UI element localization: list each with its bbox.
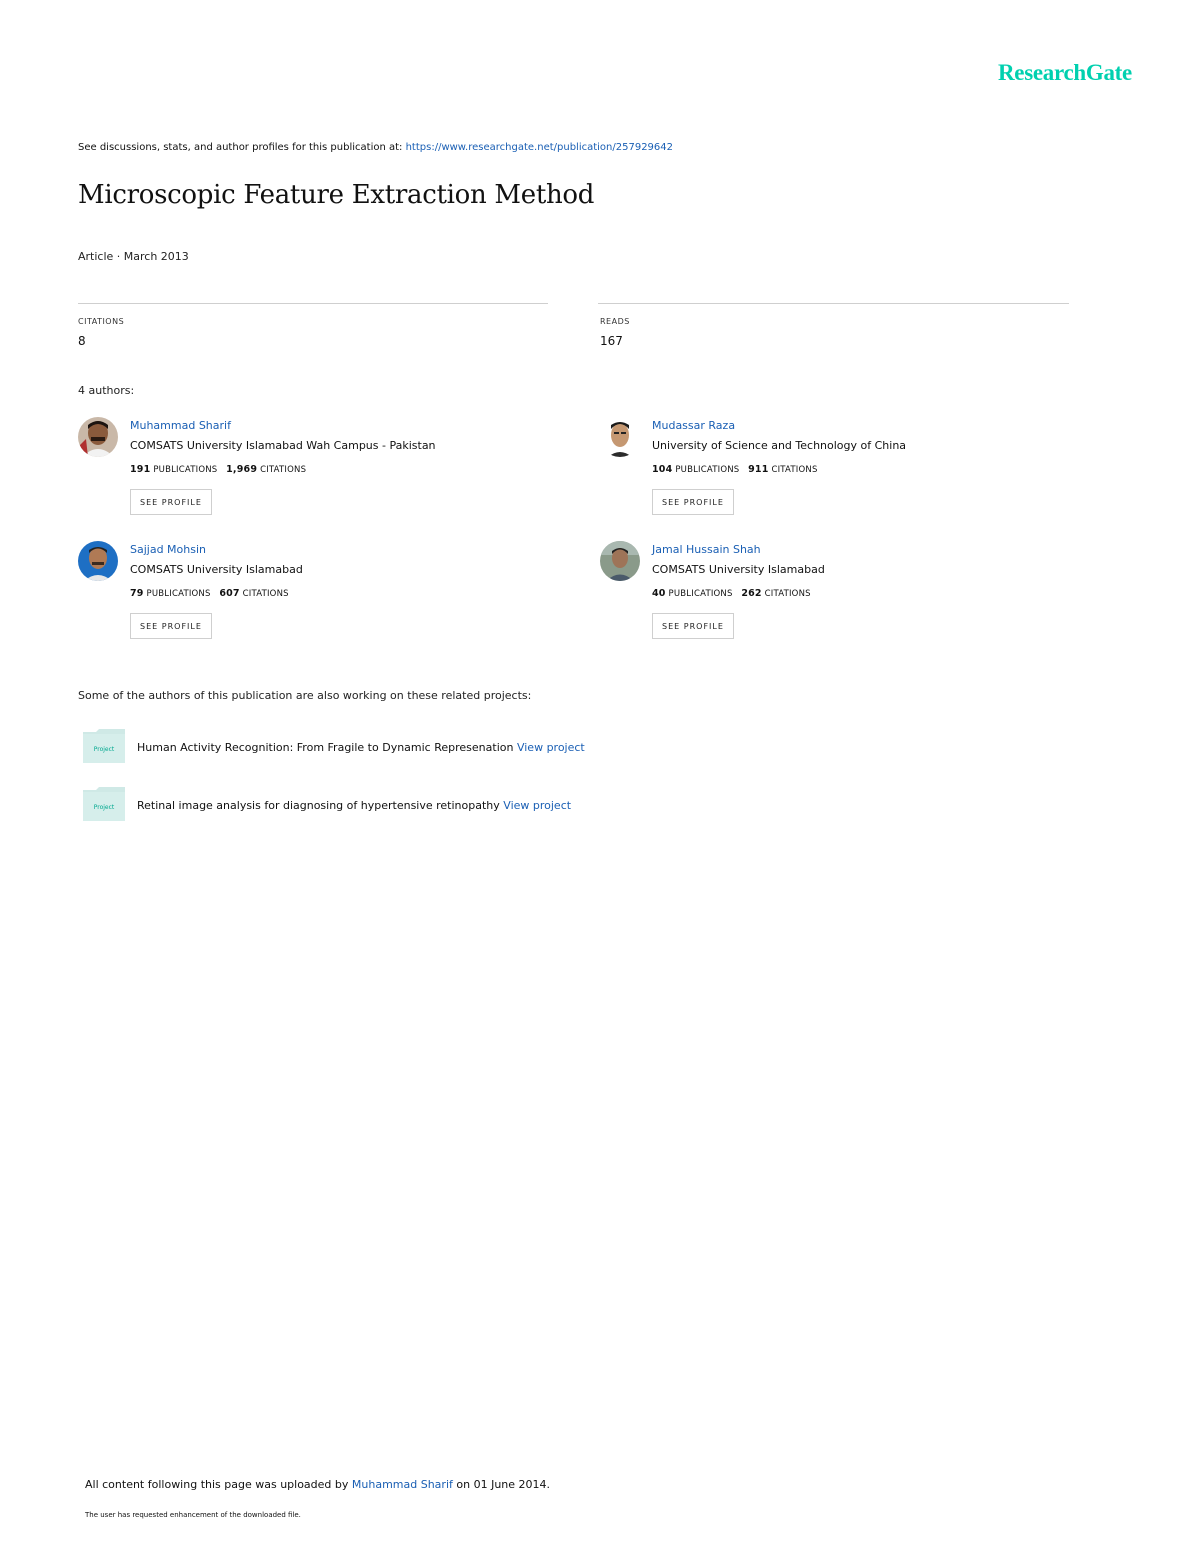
project-folder-icon: Project [82,786,126,822]
avatar-mudassar-raza[interactable] [600,417,640,457]
publication-title: Microscopic Feature Extraction Method [78,180,595,210]
reads-value: 167 [600,334,623,348]
avatar-photo-icon [600,541,640,581]
author-name-jamal-hussain-shah[interactable]: Jamal Hussain Shah [652,543,761,556]
researchgate-logo[interactable]: ResearchGate [998,60,1132,86]
see-profile-button[interactable]: SEE PROFILE [130,489,212,515]
avatar-muhammad-sharif[interactable] [78,417,118,457]
project-title: Human Activity Recognition: From Fragile… [137,741,514,754]
folder-label: Project [94,804,115,811]
uploaded-suffix: on 01 June 2014. [456,1478,551,1491]
see-profile-button[interactable]: SEE PROFILE [130,613,212,639]
author-institution: COMSATS University Islamabad [652,563,825,576]
publication-url-link[interactable]: https://www.researchgate.net/publication… [406,142,673,153]
reads-label: READS [600,317,630,326]
author-stats: 79 PUBLICATIONS 607 CITATIONS [130,588,289,599]
author-institution: COMSATS University Islamabad Wah Campus … [130,439,436,452]
citations-label: CITATIONS [78,317,125,326]
author-name-sajjad-mohsin[interactable]: Sajjad Mohsin [130,543,206,556]
publications-label: PUBLICATIONS [675,465,740,475]
uploader-link[interactable]: Muhammad Sharif [352,1478,453,1491]
citations-count: 911 [748,464,769,475]
footer-note: The user has requested enhancement of th… [85,1511,301,1519]
authors-heading: 4 authors: [78,384,135,397]
publications-count: 40 [652,588,666,599]
view-project-link[interactable]: View project [503,799,571,812]
author-stats: 104 PUBLICATIONS 911 CITATIONS [652,464,818,475]
publication-meta: Article · March 2013 [78,250,189,263]
divider-reads [598,303,1069,304]
publications-count: 104 [652,464,673,475]
related-projects-heading: Some of the authors of this publication … [78,689,532,702]
project-item: Human Activity Recognition: From Fragile… [137,741,585,754]
avatar-jamal-hussain-shah[interactable] [600,541,640,581]
publications-count: 79 [130,588,144,599]
publications-label: PUBLICATIONS [146,589,211,599]
author-name-mudassar-raza[interactable]: Mudassar Raza [652,419,735,432]
see-profile-button[interactable]: SEE PROFILE [652,489,734,515]
citations-count: 1,969 [226,464,258,475]
avatar-sajjad-mohsin[interactable] [78,541,118,581]
citations-label: CITATIONS [260,465,307,475]
publications-label: PUBLICATIONS [668,589,733,599]
citations-count: 607 [219,588,240,599]
avatar-photo-icon [600,417,640,457]
view-project-link[interactable]: View project [517,741,585,754]
author-institution: COMSATS University Islamabad [130,563,303,576]
uploaded-prefix: All content following this page was uplo… [85,1478,349,1491]
divider-citations [78,303,548,304]
citations-label: CITATIONS [242,589,289,599]
publications-label: PUBLICATIONS [153,465,218,475]
publications-count: 191 [130,464,151,475]
uploaded-line: All content following this page was uplo… [85,1478,550,1491]
avatar-photo-icon [78,541,118,581]
folder-label: Project [94,746,115,753]
discussion-line: See discussions, stats, and author profi… [78,142,673,153]
project-folder-icon: Project [82,728,126,764]
citations-label: CITATIONS [764,589,811,599]
project-title: Retinal image analysis for diagnosing of… [137,799,500,812]
author-stats: 191 PUBLICATIONS 1,969 CITATIONS [130,464,306,475]
project-item: Retinal image analysis for diagnosing of… [137,799,571,812]
see-profile-button[interactable]: SEE PROFILE [652,613,734,639]
discussion-prefix: See discussions, stats, and author profi… [78,142,403,153]
author-name-muhammad-sharif[interactable]: Muhammad Sharif [130,419,231,432]
citations-count: 262 [741,588,762,599]
author-stats: 40 PUBLICATIONS 262 CITATIONS [652,588,811,599]
citations-label: CITATIONS [771,465,818,475]
avatar-photo-icon [78,417,118,457]
author-institution: University of Science and Technology of … [652,439,907,452]
citations-value: 8 [78,334,86,348]
